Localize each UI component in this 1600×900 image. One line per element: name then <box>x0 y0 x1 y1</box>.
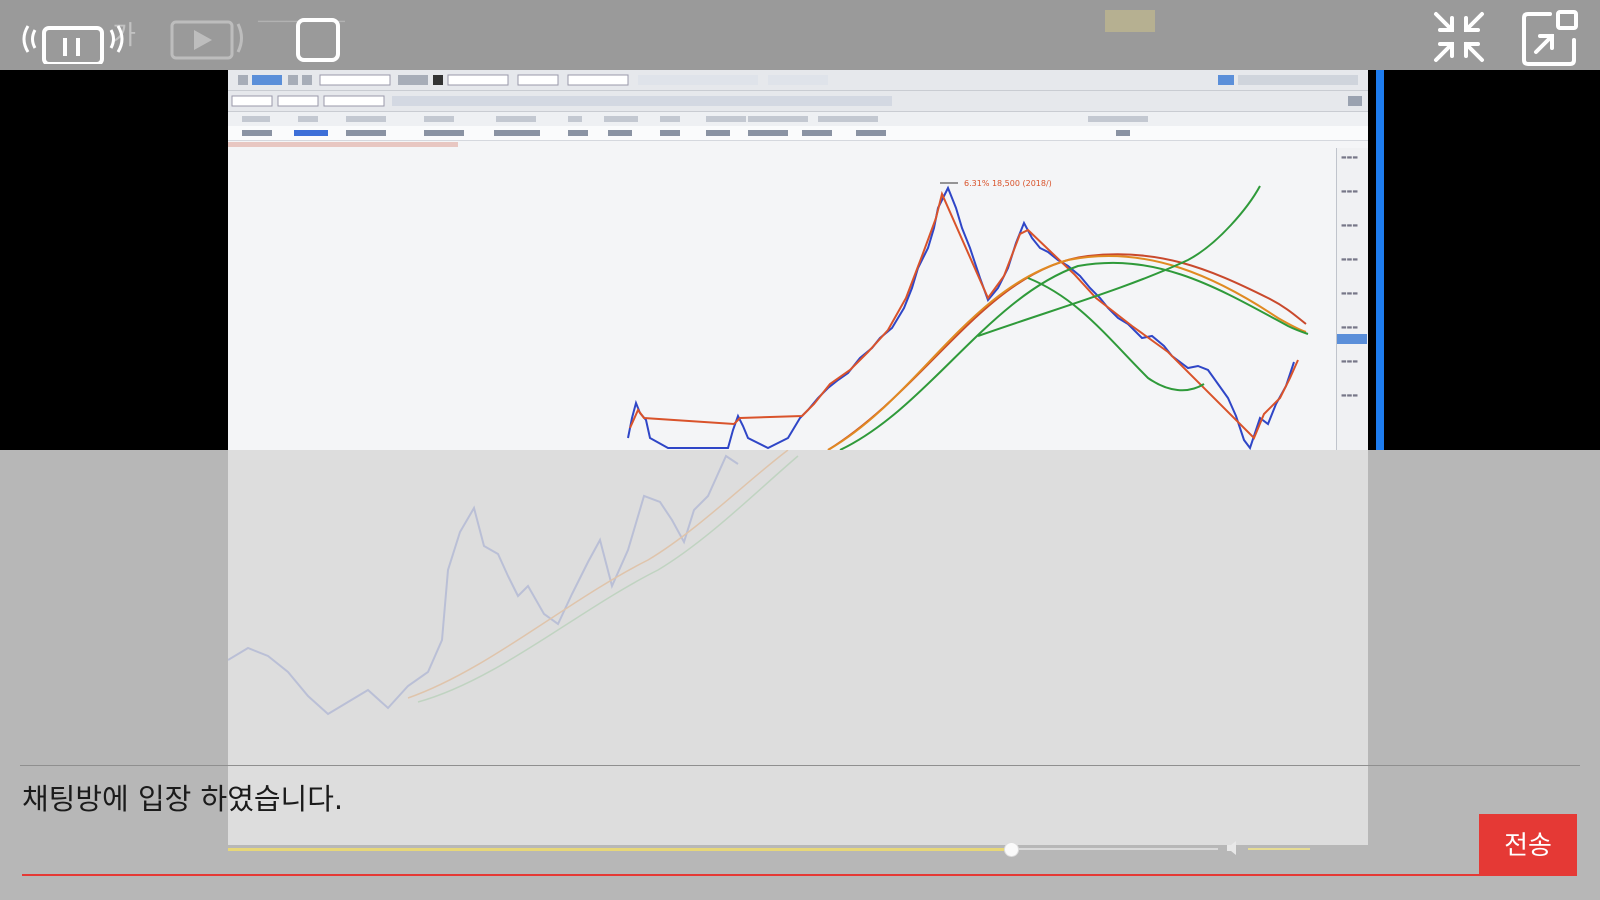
ma-green-short <box>1027 277 1205 392</box>
ma-red <box>827 253 1307 450</box>
top-bar: ───────── 가 <box>0 0 1600 70</box>
volume-slider[interactable] <box>1248 848 1310 850</box>
video-progress-knob[interactable] <box>1004 842 1019 857</box>
price-chart: 6.31% 18,500 (2018/) <box>627 179 1309 450</box>
price-annotation: 6.31% 18,500 (2018/) <box>964 179 1052 188</box>
price-path <box>627 185 1295 450</box>
video-progress-played[interactable] <box>228 848 1010 851</box>
window-controls <box>1105 10 1155 36</box>
faded-chart-continuation <box>227 449 1368 845</box>
ma-green-long <box>977 185 1261 337</box>
send-button[interactable]: 전송 <box>1479 814 1577 876</box>
chart-toolbar-tools[interactable] <box>228 91 1368 112</box>
quote-values-row <box>228 126 1368 141</box>
chat-system-message: 채팅방에 입장 하였습니다. <box>22 782 344 816</box>
price-axis: ▬▬▬ ▬▬▬ ▬▬▬ ▬▬▬ ▬▬▬ ▬▬▬ ▬▬▬ ▬▬▬ <box>1336 148 1368 450</box>
chart-toolbar-top[interactable] <box>228 70 1368 91</box>
volume-icon[interactable] <box>1226 840 1242 856</box>
chat-input-underline <box>22 874 1482 876</box>
popout-icon[interactable] <box>1520 8 1580 68</box>
play-icon[interactable]: 가 <box>112 14 142 54</box>
stop-square-icon[interactable] <box>296 18 340 62</box>
tv-icon <box>150 8 260 63</box>
svg-text:가: 가 <box>112 21 136 51</box>
video-progress-remaining[interactable] <box>1010 848 1218 850</box>
minimize-icon[interactable] <box>1430 8 1488 66</box>
moving-averages <box>827 185 1309 450</box>
trading-screen: 6.31% 18,500 (2018/) ▬▬▬ ▬▬▬ ▬▬▬ ▬▬▬ ▬▬▬… <box>228 70 1368 450</box>
current-price-marker <box>1337 334 1367 344</box>
candlestick-series <box>627 185 1299 450</box>
chat-divider <box>20 765 1580 766</box>
quote-header-row <box>228 112 1368 126</box>
ma-orange <box>827 254 1307 450</box>
